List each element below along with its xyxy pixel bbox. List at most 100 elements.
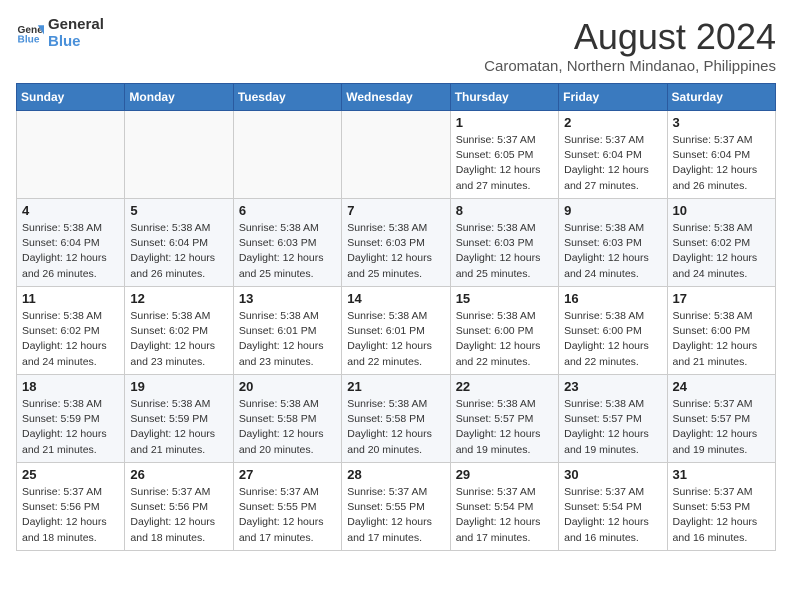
calendar-cell: 26Sunrise: 5:37 AM Sunset: 5:56 PM Dayli… [125,463,233,551]
weekday-header-row: SundayMondayTuesdayWednesdayThursdayFrid… [17,84,776,111]
day-number: 15 [456,291,553,306]
calendar-cell: 7 Sunrise: 5:38 AM Sunset: 6:03 PM Daylig… [342,199,450,287]
day-number: 31 [673,467,770,482]
calendar-cell [125,111,233,199]
day-number: 14 [347,291,444,306]
calendar-cell: 9Sunrise: 5:38 AM Sunset: 6:03 PM Daylig… [559,199,667,287]
weekday-header-thursday: Thursday [450,84,558,111]
calendar-cell: 22 Sunrise: 5:38 AM Sunset: 5:57 PM Dayli… [450,375,558,463]
day-info: Sunrise: 5:37 AM Sunset: 6:04 PM Dayligh… [673,133,770,194]
calendar-week-3: 11 Sunrise: 5:38 AM Sunset: 6:02 PM Dayli… [17,287,776,375]
title-section: August 2024 Caromatan, Northern Mindanao… [484,16,776,75]
day-number: 18 [22,379,119,394]
day-info: Sunrise: 5:37 AM Sunset: 5:56 PM Dayligh… [22,485,119,546]
day-number: 12 [130,291,227,306]
calendar-cell: 24Sunrise: 5:37 AM Sunset: 5:57 PM Dayli… [667,375,775,463]
day-info: Sunrise: 5:38 AM Sunset: 6:01 PM Dayligh… [347,309,444,370]
month-year: August 2024 [484,16,776,58]
calendar-cell: 11Sunrise: 5:38 AM Sunset: 6:02 PM Dayli… [17,287,125,375]
calendar-cell: 16 Sunrise: 5:38 AM Sunset: 6:00 PM Dayli… [559,287,667,375]
calendar-cell [342,111,450,199]
calendar-cell: 17 Sunrise: 5:38 AM Sunset: 6:00 PM Dayli… [667,287,775,375]
day-number: 29 [456,467,553,482]
calendar-cell [17,111,125,199]
day-info: Sunrise: 5:38 AM Sunset: 6:03 PM Dayligh… [239,221,336,282]
calendar-cell: 27 Sunrise: 5:37 AM Sunset: 5:55 PM Dayli… [233,463,341,551]
day-info: Sunrise: 5:37 AM Sunset: 5:55 PM Dayligh… [347,485,444,546]
day-info: Sunrise: 5:37 AM Sunset: 5:55 PM Dayligh… [239,485,336,546]
calendar-cell: 19Sunrise: 5:38 AM Sunset: 5:59 PM Dayli… [125,375,233,463]
day-info: Sunrise: 5:37 AM Sunset: 5:57 PM Dayligh… [673,397,770,458]
weekday-header-wednesday: Wednesday [342,84,450,111]
calendar-cell: 4Sunrise: 5:38 AM Sunset: 6:04 PM Daylig… [17,199,125,287]
day-number: 2 [564,115,661,130]
day-info: Sunrise: 5:38 AM Sunset: 6:00 PM Dayligh… [673,309,770,370]
day-info: Sunrise: 5:38 AM Sunset: 6:01 PM Dayligh… [239,309,336,370]
calendar-cell: 30 Sunrise: 5:37 AM Sunset: 5:54 PM Dayli… [559,463,667,551]
day-number: 6 [239,203,336,218]
calendar-week-4: 18 Sunrise: 5:38 AM Sunset: 5:59 PM Dayli… [17,375,776,463]
day-number: 30 [564,467,661,482]
day-number: 25 [22,467,119,482]
day-info: Sunrise: 5:38 AM Sunset: 5:59 PM Dayligh… [22,397,119,458]
calendar-cell: 28 Sunrise: 5:37 AM Sunset: 5:55 PM Dayli… [342,463,450,551]
day-info: Sunrise: 5:38 AM Sunset: 5:57 PM Dayligh… [564,397,661,458]
day-info: Sunrise: 5:38 AM Sunset: 6:02 PM Dayligh… [130,309,227,370]
day-info: Sunrise: 5:38 AM Sunset: 6:02 PM Dayligh… [673,221,770,282]
day-number: 19 [130,379,227,394]
day-number: 7 [347,203,444,218]
day-info: Sunrise: 5:38 AM Sunset: 6:00 PM Dayligh… [456,309,553,370]
day-info: Sunrise: 5:38 AM Sunset: 6:04 PM Dayligh… [22,221,119,282]
calendar-cell: 3Sunrise: 5:37 AM Sunset: 6:04 PM Daylig… [667,111,775,199]
calendar-cell: 31 Sunrise: 5:37 AM Sunset: 5:53 PM Dayli… [667,463,775,551]
day-number: 22 [456,379,553,394]
calendar-cell: 5Sunrise: 5:38 AM Sunset: 6:04 PM Daylig… [125,199,233,287]
calendar-cell: 12 Sunrise: 5:38 AM Sunset: 6:02 PM Dayli… [125,287,233,375]
weekday-header-saturday: Saturday [667,84,775,111]
calendar-cell: 23Sunrise: 5:38 AM Sunset: 5:57 PM Dayli… [559,375,667,463]
page-header: General Blue General Blue August 2024 Ca… [16,16,776,75]
calendar-cell: 18 Sunrise: 5:38 AM Sunset: 5:59 PM Dayli… [17,375,125,463]
day-number: 28 [347,467,444,482]
day-number: 10 [673,203,770,218]
calendar-week-1: 1Sunrise: 5:37 AM Sunset: 6:05 PM Daylig… [17,111,776,199]
day-info: Sunrise: 5:38 AM Sunset: 5:58 PM Dayligh… [347,397,444,458]
day-number: 27 [239,467,336,482]
day-info: Sunrise: 5:37 AM Sunset: 5:54 PM Dayligh… [564,485,661,546]
calendar-cell: 13 Sunrise: 5:38 AM Sunset: 6:01 PM Dayli… [233,287,341,375]
weekday-header-monday: Monday [125,84,233,111]
location: Caromatan, Northern Mindanao, Philippine… [484,58,776,75]
day-info: Sunrise: 5:38 AM Sunset: 6:00 PM Dayligh… [564,309,661,370]
calendar-table: SundayMondayTuesdayWednesdayThursdayFrid… [16,83,776,551]
calendar-week-2: 4Sunrise: 5:38 AM Sunset: 6:04 PM Daylig… [17,199,776,287]
day-number: 11 [22,291,119,306]
day-info: Sunrise: 5:37 AM Sunset: 6:05 PM Dayligh… [456,133,553,194]
weekday-header-tuesday: Tuesday [233,84,341,111]
calendar-cell: 10 Sunrise: 5:38 AM Sunset: 6:02 PM Dayli… [667,199,775,287]
logo-icon: General Blue [16,19,44,47]
calendar-cell: 1Sunrise: 5:37 AM Sunset: 6:05 PM Daylig… [450,111,558,199]
svg-text:Blue: Blue [18,34,40,45]
day-info: Sunrise: 5:38 AM Sunset: 6:03 PM Dayligh… [456,221,553,282]
day-number: 8 [456,203,553,218]
day-info: Sunrise: 5:38 AM Sunset: 6:04 PM Dayligh… [130,221,227,282]
calendar-cell [233,111,341,199]
day-number: 26 [130,467,227,482]
day-info: Sunrise: 5:38 AM Sunset: 6:03 PM Dayligh… [347,221,444,282]
calendar-cell: 14 Sunrise: 5:38 AM Sunset: 6:01 PM Dayli… [342,287,450,375]
day-number: 16 [564,291,661,306]
day-number: 20 [239,379,336,394]
day-info: Sunrise: 5:38 AM Sunset: 5:57 PM Dayligh… [456,397,553,458]
weekday-header-friday: Friday [559,84,667,111]
calendar-cell: 15 Sunrise: 5:38 AM Sunset: 6:00 PM Dayli… [450,287,558,375]
day-info: Sunrise: 5:37 AM Sunset: 5:54 PM Dayligh… [456,485,553,546]
day-number: 21 [347,379,444,394]
day-number: 13 [239,291,336,306]
day-number: 17 [673,291,770,306]
calendar-cell: 21 Sunrise: 5:38 AM Sunset: 5:58 PM Dayli… [342,375,450,463]
logo: General Blue General Blue [16,16,104,50]
calendar-cell: 29 Sunrise: 5:37 AM Sunset: 5:54 PM Dayli… [450,463,558,551]
calendar-cell: 6 Sunrise: 5:38 AM Sunset: 6:03 PM Daylig… [233,199,341,287]
calendar-cell: 25 Sunrise: 5:37 AM Sunset: 5:56 PM Dayli… [17,463,125,551]
day-info: Sunrise: 5:37 AM Sunset: 5:53 PM Dayligh… [673,485,770,546]
